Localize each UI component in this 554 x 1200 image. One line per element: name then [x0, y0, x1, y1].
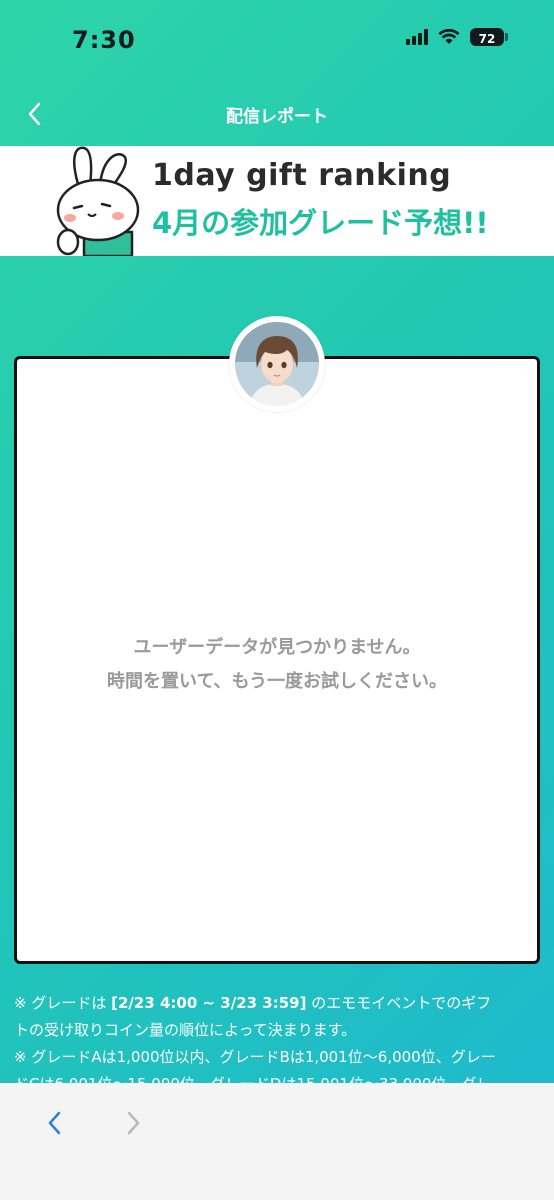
browser-forward-button[interactable]	[116, 1107, 148, 1139]
signal-icon	[406, 29, 428, 45]
browser-toolbar	[0, 1083, 554, 1200]
wifi-icon	[438, 29, 460, 44]
battery-level: 72	[470, 28, 504, 46]
chevron-right-icon	[127, 1111, 140, 1135]
notes-line-2: トの受け取りコイン量の順位によって決まります。	[14, 1021, 357, 1039]
page-title: 配信レポート	[226, 107, 328, 127]
grade-notes: ※ グレードは [2/23 4:00 ~ 3/23 3:59] のエモモイベント…	[14, 990, 542, 1098]
empty-state-message: ユーザーデータが見つかりません。 時間を置いて、もう一度お試しください。	[17, 631, 537, 699]
notes-line-1: ※ グレードは [2/23 4:00 ~ 3/23 3:59] のエモモイベント…	[14, 994, 492, 1012]
user-avatar-icon	[235, 322, 319, 406]
ranking-banner[interactable]: 1day gift ranking 4月の参加グレード予想!!	[0, 146, 554, 256]
notes-line-3: ※ グレードAは1,000位以内、グレードBは1,001位〜6,000位、グレー	[14, 1048, 496, 1066]
banner-title: 1day gift ranking	[152, 158, 452, 193]
battery-icon: 72	[470, 28, 508, 46]
grade-card: ユーザーデータが見つかりません。 時間を置いて、もう一度お試しください。	[14, 356, 540, 964]
nav-bar: 配信レポート	[0, 90, 554, 138]
chevron-left-icon	[48, 1111, 61, 1135]
status-bar: 7:30 72	[0, 0, 554, 84]
empty-state-line-2: 時間を置いて、もう一度お試しください。	[106, 671, 448, 692]
avatar	[229, 316, 325, 412]
event-period: [2/23 4:00 ~ 3/23 3:59]	[111, 994, 307, 1012]
banner-subtitle: 4月の参加グレード予想!!	[152, 206, 489, 240]
browser-back-button[interactable]	[40, 1107, 72, 1139]
status-icons: 72	[406, 28, 508, 46]
rabbit-mascot-icon	[56, 146, 140, 256]
empty-state-line-1: ユーザーデータが見つかりません。	[133, 637, 421, 658]
status-time: 7:30	[72, 26, 136, 54]
